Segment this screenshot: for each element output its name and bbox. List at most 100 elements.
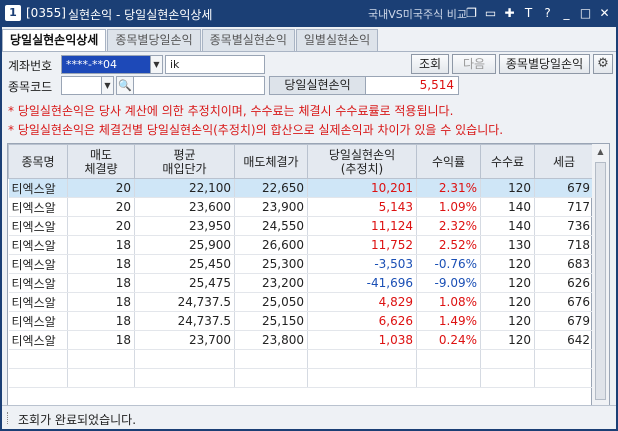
empty-row — [8, 349, 594, 369]
scroll-thumb[interactable] — [595, 162, 606, 400]
titlebar-controls: ❐ ▭ ✚ T ? _ □ ✕ — [464, 5, 612, 22]
column-header[interactable]: 세금 — [534, 144, 594, 179]
account-dropdown-button[interactable]: ▼ — [150, 55, 163, 74]
cell-return-rate: 2.31% — [416, 178, 481, 198]
stock-code-dropdown-button[interactable]: ▼ — [101, 76, 114, 95]
cell-fee: 140 — [480, 197, 535, 217]
column-header-line: (추정치) — [340, 161, 384, 176]
cell-realized-pl: 6,626 — [307, 311, 417, 331]
cell-tax: 679 — [534, 178, 594, 198]
title-bar[interactable]: 1 [0355] 실현손익 - 당일실현손익상세 국내VS미국주식 비교 ❐ ▭… — [0, 0, 618, 27]
stock-code-input[interactable] — [61, 76, 102, 95]
empty-row — [8, 368, 594, 388]
table-row[interactable]: 티엑스알 18 24,737.5 25,050 4,829 1.08% 120 676 — [8, 292, 594, 312]
tab-daily-realized[interactable]: 일별실현손익 — [295, 29, 379, 51]
help-icon[interactable]: ? — [540, 5, 555, 22]
cell-fee: 120 — [480, 254, 535, 274]
tab-daily-pl-by-stock[interactable]: 종목별당일손익 — [107, 29, 201, 51]
main-content: 당일실현손익상세 종목별당일손익 종목별실현손익 일별실현손익 계좌번호 ***… — [2, 27, 616, 429]
empty-cell — [234, 349, 308, 369]
account-field[interactable]: ****-**04 — [61, 55, 151, 74]
empty-cell — [480, 368, 535, 388]
scroll-up-icon[interactable]: ▲ — [592, 144, 609, 160]
empty-cell — [67, 368, 135, 388]
layout-icon[interactable]: ▭ — [483, 5, 498, 22]
column-header[interactable]: 매도 체결량 — [67, 144, 135, 179]
cell-sell-qty: 20 — [67, 197, 135, 217]
column-header[interactable]: 매도체결가 — [234, 144, 308, 179]
maximize-icon[interactable]: □ — [578, 5, 593, 22]
cell-stock-name: 티엑스알 — [8, 216, 68, 236]
empty-cell — [480, 349, 535, 369]
empty-cell — [234, 368, 308, 388]
empty-cell — [416, 349, 481, 369]
restore-icon[interactable]: ❐ — [464, 5, 479, 22]
cell-sell-qty: 18 — [67, 254, 135, 274]
table-row[interactable]: 티엑스알 18 25,450 25,300 -3,503 -0.76% 120 683 — [8, 254, 594, 274]
column-header[interactable]: 수익률 — [416, 144, 481, 179]
table-row[interactable]: 티엑스알 18 23,700 23,800 1,038 0.24% 120 642 — [8, 330, 594, 350]
cell-stock-name: 티엑스알 — [8, 311, 68, 331]
table-row[interactable]: 티엑스알 20 23,600 23,900 5,143 1.09% 140 717 — [8, 197, 594, 217]
cell-sell-qty: 20 — [67, 178, 135, 198]
status-grip — [7, 412, 10, 424]
cell-return-rate: 1.49% — [416, 311, 481, 331]
cell-tax: 736 — [534, 216, 594, 236]
cell-fee: 140 — [480, 216, 535, 236]
empty-cell — [307, 368, 417, 388]
query-button[interactable]: 조회 — [411, 54, 449, 74]
column-header-line: 체결량 — [84, 161, 118, 176]
tab-daily-realized-detail[interactable]: 당일실현손익상세 — [2, 29, 107, 52]
cell-tax: 718 — [534, 235, 594, 255]
minimize-icon[interactable]: _ — [559, 5, 574, 22]
by-stock-button[interactable]: 종목별당일손익 — [499, 54, 590, 74]
empty-cell — [134, 349, 235, 369]
cell-realized-pl: 11,752 — [307, 235, 417, 255]
cell-sell-price: 25,150 — [234, 311, 308, 331]
cell-realized-pl: 11,124 — [307, 216, 417, 236]
vertical-scrollbar[interactable]: ▲ ▼ — [592, 143, 610, 419]
cell-realized-pl: -3,503 — [307, 254, 417, 274]
cell-realized-pl: -41,696 — [307, 273, 417, 293]
cell-return-rate: -9.09% — [416, 273, 481, 293]
cell-avg-buy-price: 25,900 — [134, 235, 235, 255]
settings-button[interactable]: ⚙ — [593, 54, 613, 74]
cell-stock-name: 티엑스알 — [8, 273, 68, 293]
close-icon[interactable]: ✕ — [597, 5, 612, 22]
cell-realized-pl: 1,038 — [307, 330, 417, 350]
column-header-line: 매도 — [89, 147, 113, 162]
stock-search-button[interactable]: 🔍 — [116, 76, 134, 95]
cell-return-rate: 0.24% — [416, 330, 481, 350]
cell-stock-name: 티엑스알 — [8, 197, 68, 217]
next-button[interactable]: 다음 — [452, 54, 496, 74]
cell-sell-price: 25,050 — [234, 292, 308, 312]
compare-label[interactable]: 국내VS미국주식 비교 — [368, 6, 467, 22]
table-row[interactable]: 티엑스알 20 23,950 24,550 11,124 2.32% 140 736 — [8, 216, 594, 236]
table-row[interactable]: 티엑스알 20 22,100 22,650 10,201 2.31% 120 679 — [8, 178, 594, 198]
column-header[interactable]: 수수료 — [480, 144, 535, 179]
cell-stock-name: 티엑스알 — [8, 178, 68, 198]
table-row[interactable]: 티엑스알 18 25,475 23,200 -41,696 -9.09% 120 626 — [8, 273, 594, 293]
cell-return-rate: 2.32% — [416, 216, 481, 236]
column-header[interactable]: 종목명 — [8, 144, 68, 179]
daily-pl-value: 5,514 — [365, 76, 459, 95]
cell-avg-buy-price: 25,450 — [134, 254, 235, 274]
cell-sell-price: 23,900 — [234, 197, 308, 217]
empty-cell — [134, 368, 235, 388]
text-icon[interactable]: T — [521, 5, 536, 22]
tab-realized-pl-by-stock[interactable]: 종목별실현손익 — [201, 29, 295, 51]
grid-body: 티엑스알 20 22,100 22,650 10,201 2.31% 120 679 티엑스알 2… — [8, 178, 594, 388]
cell-avg-buy-price: 22,100 — [134, 178, 235, 198]
stock-name-field — [133, 76, 265, 95]
column-header-line: 매도체결가 — [243, 154, 299, 169]
table-row[interactable]: 티엑스알 18 24,737.5 25,150 6,626 1.49% 120 679 — [8, 311, 594, 331]
column-header[interactable]: 당일실현손익 (추정치) — [307, 144, 417, 179]
detail-grid: 종목명 매도 체결량 평균 매입단가 매도체결가 당일실현손익 (추정치) 수익률 수수료 세금 티… — [7, 143, 594, 419]
column-header[interactable]: 평균 매입단가 — [134, 144, 235, 179]
cell-avg-buy-price: 25,475 — [134, 273, 235, 293]
column-header-line: 평균 — [173, 147, 196, 162]
cell-tax: 683 — [534, 254, 594, 274]
chevron-down-icon: ▼ — [153, 60, 160, 69]
table-row[interactable]: 티엑스알 18 25,900 26,600 11,752 2.52% 130 718 — [8, 235, 594, 255]
pin-icon[interactable]: ✚ — [502, 5, 517, 22]
